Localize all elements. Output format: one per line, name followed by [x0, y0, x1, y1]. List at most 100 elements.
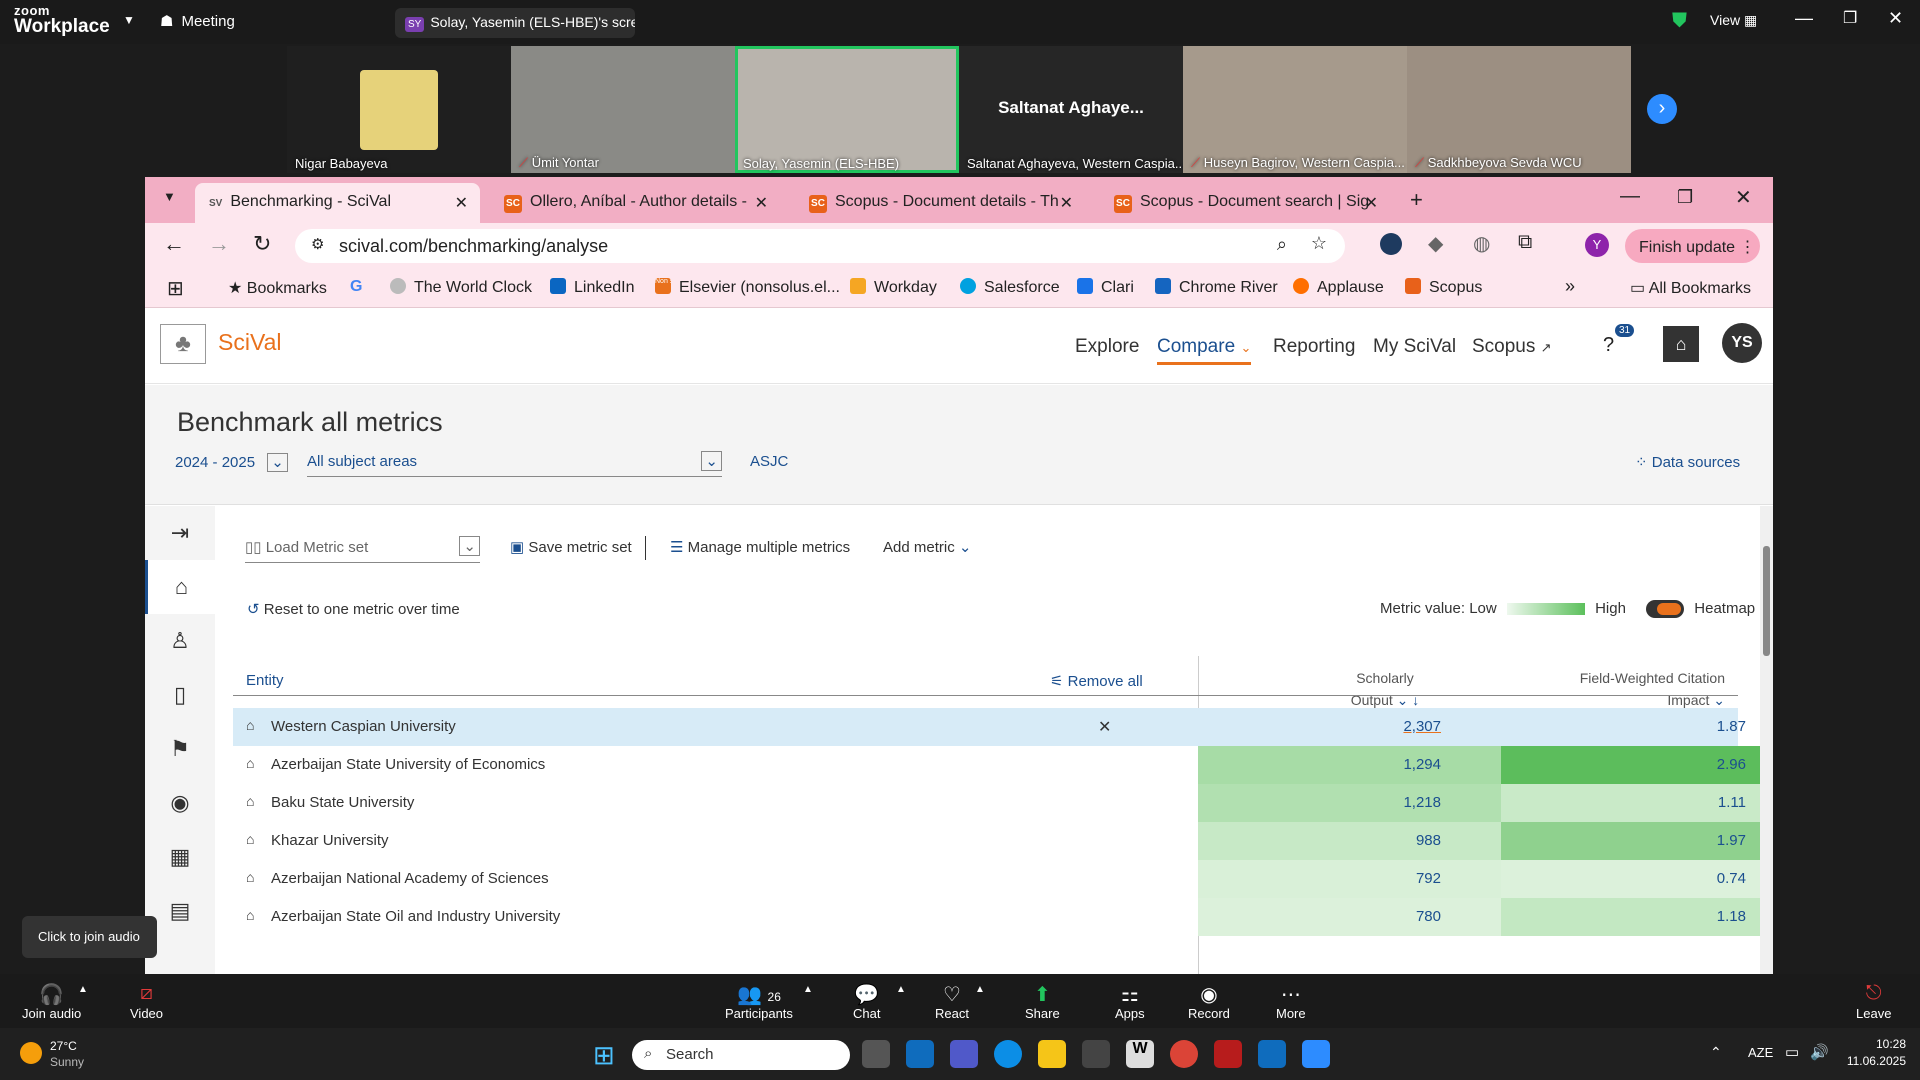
tab-search-chevron-icon[interactable]: ▼: [163, 189, 176, 204]
fwci-cell[interactable]: 1.18: [1501, 898, 1773, 936]
table-row[interactable]: ⌂ Azerbaijan State Oil and Industry Unive…: [233, 898, 1773, 936]
bookmark-item[interactable]: Chrome River: [1155, 278, 1278, 297]
help-icon[interactable]: ? 31: [1603, 324, 1635, 357]
view-menu[interactable]: View ▦: [1710, 12, 1757, 29]
leave-button[interactable]: ⎋ Leave: [1856, 982, 1891, 1021]
address-bar[interactable]: scival.com/benchmarking/analyse ⚙ ⌕ ☆: [295, 229, 1345, 263]
fwci-cell[interactable]: 1.97: [1501, 822, 1773, 860]
reload-icon[interactable]: ↻: [253, 231, 271, 257]
google-bookmark[interactable]: G: [350, 278, 362, 296]
scholarly-output-cell[interactable]: 988: [1198, 822, 1501, 860]
institution-entity-icon[interactable]: ⌂: [145, 560, 215, 614]
subject-area-select[interactable]: All subject areas ⌄: [307, 451, 722, 477]
more-button[interactable]: ⋯ More: [1276, 982, 1306, 1021]
table-row[interactable]: ⌂ Azerbaijan State University of Economic…: [233, 746, 1773, 784]
participant-tile[interactable]: ⟋ Ümit Yontar: [511, 46, 735, 173]
taskbar-search[interactable]: ⌕ Search: [632, 1040, 850, 1070]
outlook-icon[interactable]: [906, 1040, 934, 1068]
table-row[interactable]: ⌂ Azerbaijan National Academy of Sciences…: [233, 860, 1773, 898]
all-bookmarks[interactable]: ▭ All Bookmarks: [1630, 278, 1751, 298]
country-flag-icon[interactable]: ⚑: [145, 722, 215, 776]
bookmark-item[interactable]: Clari: [1077, 278, 1134, 297]
minimize-icon[interactable]: —: [1795, 8, 1813, 29]
bookmark-item[interactable]: Workday: [850, 278, 937, 297]
manage-metrics-button[interactable]: ☰ Manage multiple metrics: [670, 538, 850, 556]
nav-scopus[interactable]: Scopus ↗: [1472, 336, 1552, 358]
close-tab-icon[interactable]: ✕: [1365, 193, 1378, 213]
next-page-arrow-icon[interactable]: ›: [1647, 94, 1677, 124]
caret-up-icon[interactable]: ▲: [803, 984, 813, 995]
collapse-panel-icon[interactable]: ⇥: [145, 506, 215, 560]
scival-logo[interactable]: ♣ SciVal: [160, 324, 282, 364]
close-window-icon[interactable]: ✕: [1735, 185, 1752, 210]
zoom-magnifier-icon[interactable]: ⌕: [1277, 234, 1287, 255]
data-sources-link[interactable]: ⁘ Data sources: [1635, 453, 1740, 471]
publication-set-icon[interactable]: ▯: [145, 668, 215, 722]
record-button[interactable]: ◉ Record: [1188, 982, 1230, 1021]
screen-share-indicator[interactable]: SY Solay, Yasemin (ELS-HBE)'s screen: [395, 8, 635, 38]
bookmark-item[interactable]: The World Clock: [390, 278, 532, 297]
table-row[interactable]: ⌂ Baku State University 1,218 1.11: [233, 784, 1773, 822]
asjc-link[interactable]: ASJC: [750, 453, 788, 470]
bookmark-item[interactable]: ★ Bookmarks: [228, 278, 327, 298]
scholarly-output-cell[interactable]: 780: [1198, 898, 1501, 936]
chrome-icon[interactable]: [1170, 1040, 1198, 1068]
scholarly-output-header[interactable]: Scholarly Output ⌄ ↓: [1335, 667, 1435, 711]
caret-up-icon[interactable]: ▲: [78, 984, 88, 995]
site-settings-icon[interactable]: ⚙: [311, 235, 324, 253]
windows-start-icon[interactable]: ⊞: [593, 1040, 615, 1071]
participant-tile[interactable]: Saltanat Aghaye... Saltanat Aghayeva, We…: [959, 46, 1183, 173]
institution-icon[interactable]: ⌂: [1663, 326, 1699, 362]
nav-reporting[interactable]: Reporting: [1273, 336, 1355, 358]
outlook-icon[interactable]: [1258, 1040, 1286, 1068]
apps-grid-icon[interactable]: ⊞: [167, 276, 184, 301]
bookmark-item[interactable]: Applause: [1293, 278, 1384, 297]
scholarly-output-cell[interactable]: 1,218: [1198, 784, 1501, 822]
react-button[interactable]: ♡ React: [935, 982, 969, 1021]
researcher-entity-icon[interactable]: ♙: [145, 614, 215, 668]
scholarly-output-cell[interactable]: 1,294: [1198, 746, 1501, 784]
minimize-icon[interactable]: —: [1620, 185, 1640, 208]
tab-document-details[interactable]: SC Scopus - Document details - Th ✕: [795, 183, 1085, 223]
scholarly-output-cell[interactable]: 2,307: [1198, 708, 1501, 746]
meeting-menu[interactable]: ☗ Meeting: [160, 12, 235, 30]
participant-tile-active[interactable]: Solay, Yasemin (ELS-HBE): [735, 46, 959, 173]
store-icon[interactable]: [1082, 1040, 1110, 1068]
scrollbar-thumb[interactable]: [1763, 546, 1770, 656]
caret-up-icon[interactable]: ▲: [896, 984, 906, 995]
participants-button[interactable]: 👥 26 Participants: [725, 982, 793, 1021]
fwci-cell[interactable]: 2.96: [1501, 746, 1773, 784]
finish-update-button[interactable]: Finish update ⋮: [1625, 229, 1760, 263]
profile-avatar[interactable]: Y: [1585, 233, 1609, 257]
scrollbar[interactable]: [1760, 506, 1773, 974]
bookmark-item[interactable]: Scopus: [1405, 278, 1482, 297]
file-explorer-icon[interactable]: [1038, 1040, 1066, 1068]
weather-widget[interactable]: 27°C Sunny: [20, 1038, 84, 1070]
language-indicator[interactable]: AZE: [1748, 1045, 1773, 1060]
participant-tile[interactable]: ⟋ Sadkhbeyova Sevda WCU: [1407, 46, 1631, 173]
close-icon[interactable]: ✕: [1888, 8, 1903, 29]
nav-my-scival[interactable]: My SciVal: [1373, 336, 1456, 358]
security-shield-icon[interactable]: ⛊: [1672, 10, 1687, 33]
tab-scival[interactable]: SV Benchmarking - SciVal ✕: [195, 183, 480, 223]
tab-author-details[interactable]: SC Ollero, Aníbal - Author details - ✕: [490, 183, 780, 223]
video-button[interactable]: ⧄ Video: [130, 982, 163, 1021]
volume-icon[interactable]: 🔊: [1810, 1043, 1829, 1061]
load-metric-set-select[interactable]: ▯▯ Load Metric set ⌄: [245, 536, 480, 563]
close-tab-icon[interactable]: ✕: [1060, 193, 1073, 213]
remove-all-button[interactable]: ⚟ Remove all: [1050, 672, 1143, 690]
back-arrow-icon[interactable]: ←: [163, 231, 185, 257]
chat-button[interactable]: 💬 Chat: [853, 982, 880, 1021]
show-hidden-icons-chevron-icon[interactable]: ⌃: [1710, 1044, 1722, 1061]
star-icon[interactable]: ☆: [1311, 233, 1327, 254]
year-range-select[interactable]: 2024 - 2025 ⌄: [175, 453, 288, 472]
remove-row-icon[interactable]: ✕: [1098, 717, 1111, 737]
table-row-selected[interactable]: ⌂ Western Caspian University ✕ 2,307 1.87: [233, 708, 1746, 746]
reset-button[interactable]: ↺ Reset to one metric over time: [247, 600, 460, 618]
heatmap-toggle[interactable]: [1646, 600, 1685, 619]
groups-icon[interactable]: ▦: [145, 830, 215, 884]
edge-icon[interactable]: [994, 1040, 1022, 1068]
caret-up-icon[interactable]: ▲: [975, 984, 985, 995]
fwci-cell[interactable]: 0.74: [1501, 860, 1773, 898]
zoom-icon[interactable]: [1302, 1040, 1330, 1068]
